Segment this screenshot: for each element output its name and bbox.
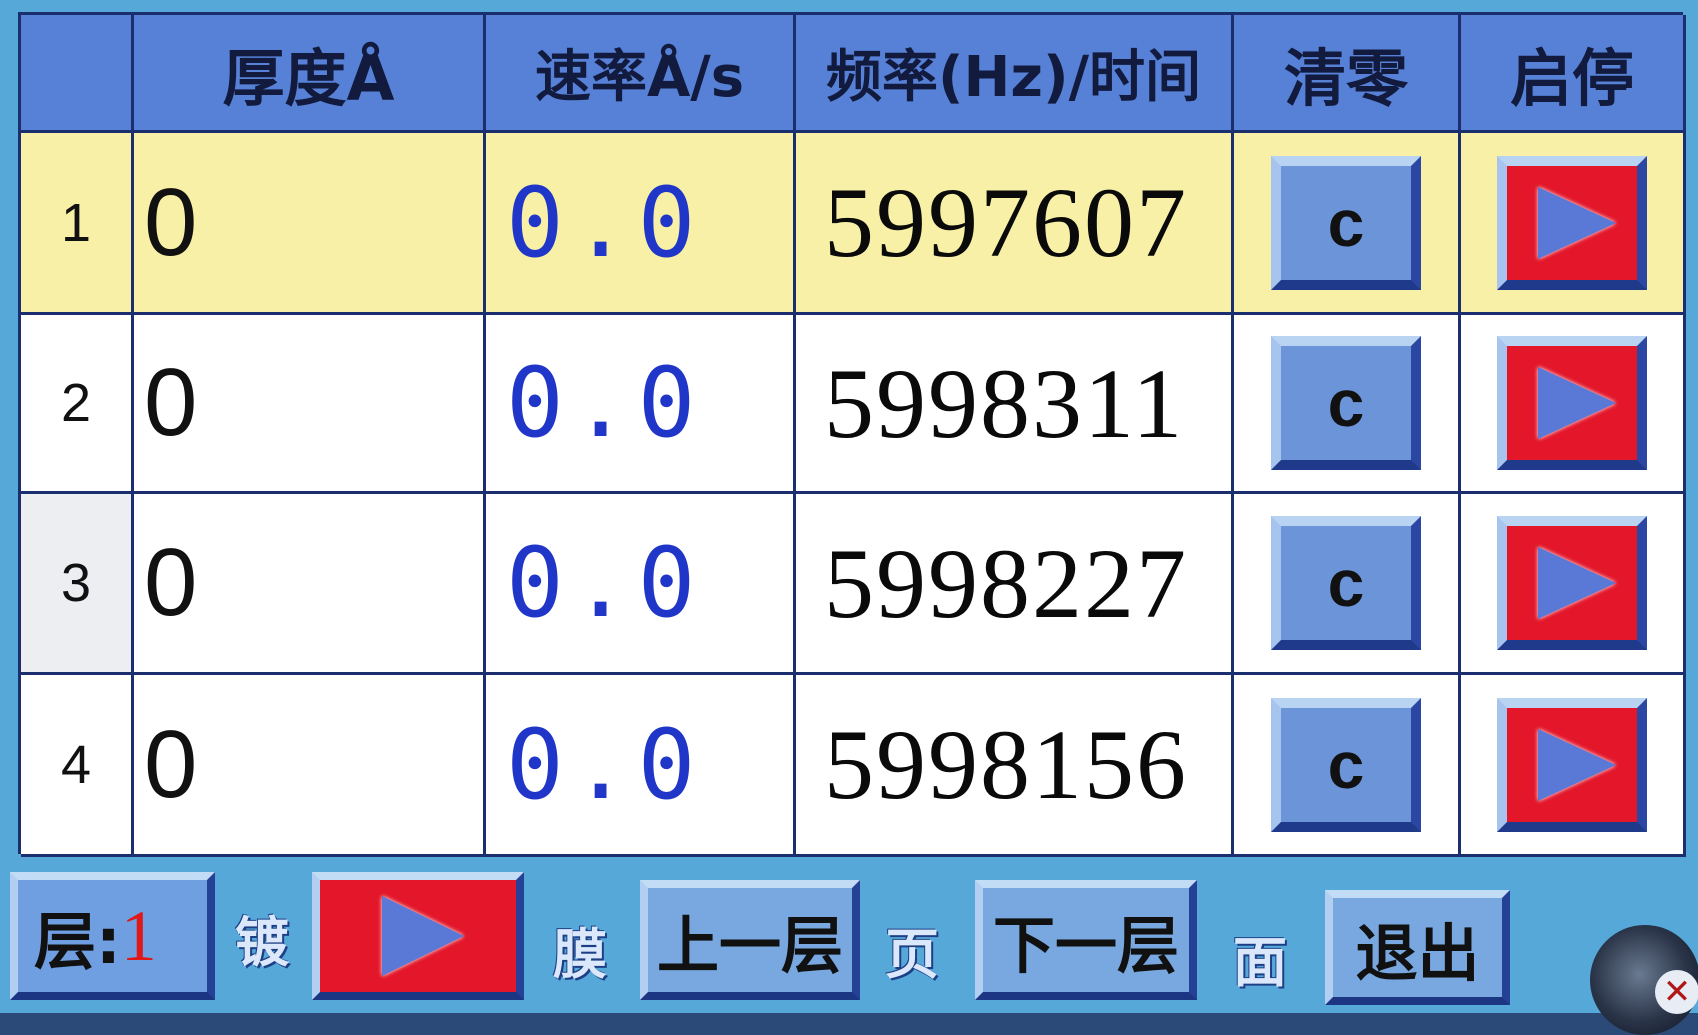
play-icon <box>382 896 464 976</box>
start-stop-button[interactable] <box>1497 336 1647 470</box>
prev-layer-button[interactable]: 上一层 <box>640 880 860 1000</box>
header-start-stop: 启停 <box>1461 15 1686 133</box>
close-icon[interactable]: ✕ <box>1655 970 1698 1014</box>
play-icon <box>1538 186 1616 259</box>
play-icon <box>1538 547 1616 619</box>
thickness-value: 0 <box>134 675 486 857</box>
thickness-value: 0 <box>134 494 486 675</box>
frequency-value: 5997607 <box>796 133 1234 315</box>
row-index: 3 <box>21 494 134 675</box>
row-index: 2 <box>21 315 134 494</box>
clear-cell: c <box>1234 133 1461 315</box>
header-index <box>21 15 134 133</box>
clear-button[interactable]: c <box>1271 155 1421 290</box>
play-icon <box>1538 728 1616 801</box>
exit-button[interactable]: 退出 <box>1325 890 1510 1005</box>
header-thickness: 厚度Å <box>134 15 486 133</box>
start-stop-button[interactable] <box>1497 697 1647 832</box>
frequency-value: 5998311 <box>796 315 1234 494</box>
row-index: 1 <box>21 133 134 315</box>
clear-button[interactable]: c <box>1271 697 1421 832</box>
row-index: 4 <box>21 675 134 857</box>
plating-start-button[interactable] <box>312 872 524 1000</box>
header-rate: 速率Å/s <box>486 15 796 133</box>
layer-value: 1 <box>120 895 157 976</box>
clear-button[interactable]: c <box>1271 336 1421 470</box>
start-stop-cell <box>1461 494 1686 675</box>
play-icon <box>1538 367 1616 439</box>
clear-cell: c <box>1234 675 1461 857</box>
thickness-value: 0 <box>134 133 486 315</box>
rate-value: 0.0 <box>486 675 796 857</box>
start-stop-cell <box>1461 675 1686 857</box>
clear-cell: c <box>1234 315 1461 494</box>
rate-value: 0.0 <box>486 133 796 315</box>
layer-selector[interactable]: 层: 1 <box>10 872 215 1000</box>
label-film: 膜 <box>553 923 607 986</box>
clear-button[interactable]: c <box>1271 516 1421 650</box>
start-stop-button[interactable] <box>1497 516 1647 650</box>
label-plating: 镀 <box>235 911 289 974</box>
frequency-value: 5998156 <box>796 675 1234 857</box>
data-table: 厚度Å 速率Å/s 频率(Hz)/时间 清零 启停 1 0 0.0 599760… <box>18 12 1686 857</box>
start-stop-cell <box>1461 133 1686 315</box>
next-layer-button[interactable]: 下一层 <box>975 880 1197 1000</box>
thickness-value: 0 <box>134 315 486 494</box>
rate-value: 0.0 <box>486 494 796 675</box>
frequency-value: 5998227 <box>796 494 1234 675</box>
layer-label: 层: <box>34 905 121 978</box>
header-clear: 清零 <box>1234 15 1461 133</box>
label-page: 页 <box>885 923 939 986</box>
header-frequency: 频率(Hz)/时间 <box>796 15 1234 133</box>
clear-cell: c <box>1234 494 1461 675</box>
label-face: 面 <box>1233 931 1287 994</box>
instrument-screen: 厚度Å 速率Å/s 频率(Hz)/时间 清零 启停 1 0 0.0 599760… <box>0 0 1698 1035</box>
start-stop-cell <box>1461 315 1686 494</box>
start-stop-button[interactable] <box>1497 155 1647 290</box>
rate-value: 0.0 <box>486 315 796 494</box>
